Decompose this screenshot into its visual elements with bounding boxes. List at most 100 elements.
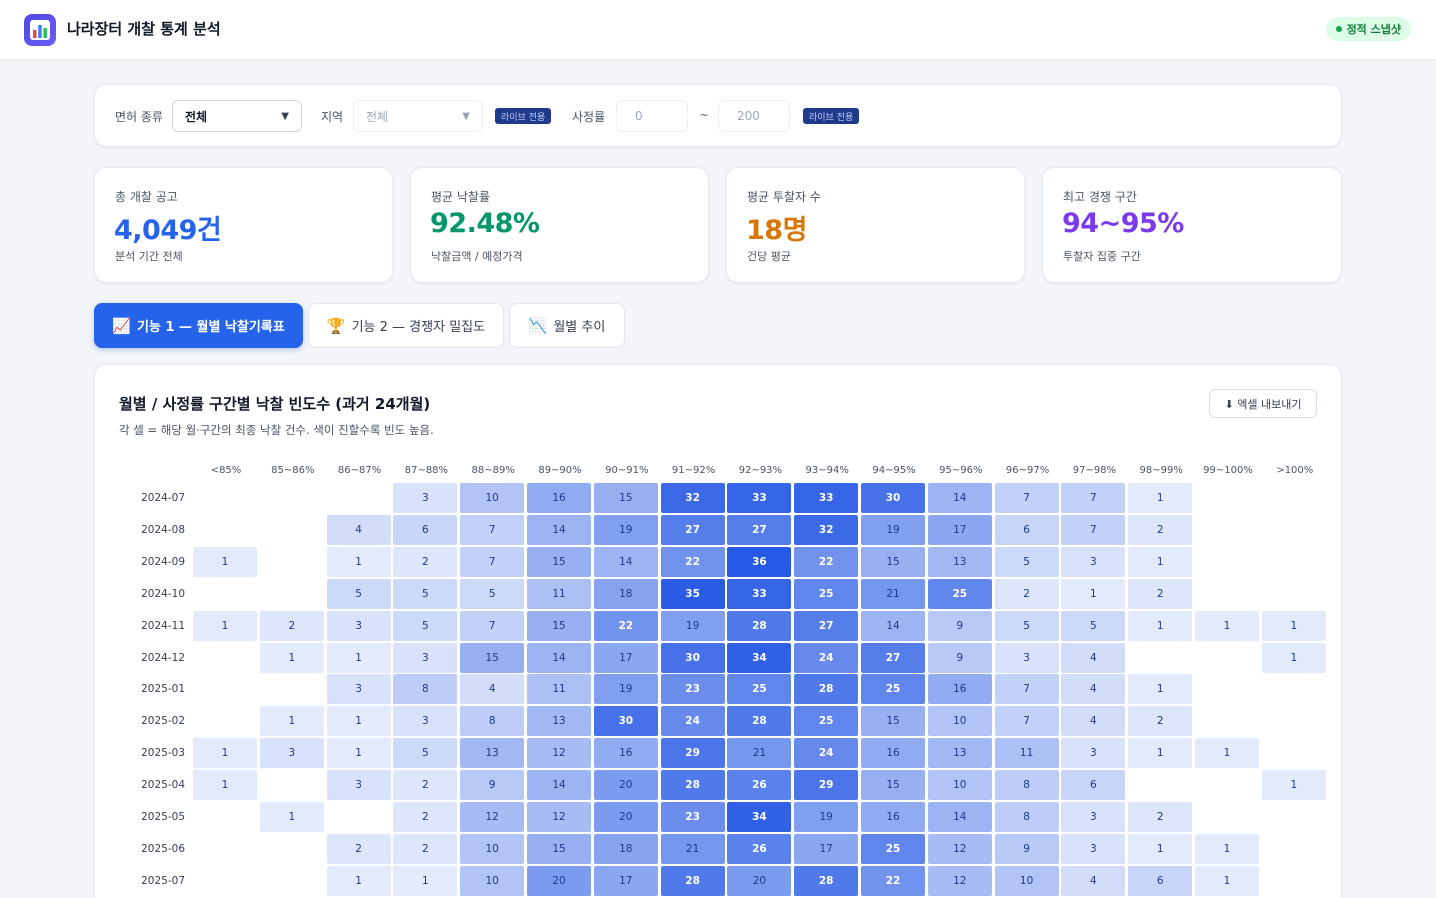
heatmap-cell[interactable]: 2 — [393, 802, 458, 832]
heatmap-cell[interactable]: 12 — [927, 833, 992, 864]
heatmap-cell[interactable]: 30 — [861, 483, 925, 513]
heatmap-cell[interactable]: 33 — [727, 483, 792, 513]
heatmap-cell[interactable]: 28 — [660, 865, 725, 896]
heatmap-cell[interactable]: 17 — [593, 865, 658, 896]
heatmap-cell[interactable]: 24 — [794, 642, 859, 673]
heatmap-cell[interactable]: 11 — [527, 674, 591, 705]
heatmap-cell[interactable]: 13 — [927, 546, 992, 577]
heatmap-cell[interactable]: 11 — [994, 738, 1059, 769]
heatmap-cell[interactable]: 1 — [1128, 483, 1193, 513]
heatmap-cell[interactable]: 25 — [727, 674, 792, 705]
heatmap-cell[interactable]: 6 — [393, 514, 458, 545]
export-excel-button[interactable]: ⬇ 엑셀 내보내기 — [1209, 389, 1317, 418]
heatmap-cell[interactable]: 15 — [861, 706, 925, 737]
heatmap-cell[interactable]: 20 — [593, 770, 658, 801]
heatmap-cell[interactable]: 6 — [1128, 865, 1193, 896]
heatmap-cell[interactable]: 13 — [927, 738, 992, 769]
heatmap-cell[interactable]: 3 — [326, 770, 391, 801]
heatmap-cell[interactable]: 7 — [994, 674, 1059, 705]
heatmap-cell[interactable]: 30 — [593, 706, 658, 737]
heatmap-cell[interactable]: 28 — [660, 770, 725, 801]
heatmap-cell[interactable]: 36 — [727, 546, 792, 577]
heatmap-cell[interactable]: 1 — [259, 642, 324, 673]
heatmap-cell[interactable]: 27 — [861, 642, 925, 673]
heatmap-cell[interactable]: 26 — [727, 770, 792, 801]
heatmap-cell[interactable]: 6 — [1061, 770, 1126, 801]
heatmap-cell[interactable]: 20 — [593, 802, 658, 832]
heatmap-cell[interactable]: 2 — [994, 578, 1059, 609]
heatmap-cell[interactable]: 5 — [326, 578, 391, 609]
heatmap-cell[interactable]: 2 — [393, 770, 458, 801]
heatmap-cell[interactable]: 2 — [393, 833, 458, 864]
heatmap-cell[interactable]: 12 — [527, 738, 591, 769]
heatmap-cell[interactable]: 5 — [1061, 610, 1126, 641]
heatmap-cell[interactable]: 4 — [460, 674, 525, 705]
heatmap-cell[interactable]: 3 — [1061, 738, 1126, 769]
heatmap-cell[interactable]: 1 — [1261, 642, 1326, 673]
heatmap-cell[interactable]: 3 — [1061, 833, 1126, 864]
heatmap-cell[interactable]: 10 — [460, 833, 525, 864]
heatmap-cell[interactable]: 34 — [727, 642, 792, 673]
heatmap-cell[interactable]: 2 — [393, 546, 458, 577]
heatmap-cell[interactable]: 14 — [527, 514, 591, 545]
heatmap-cell[interactable]: 1 — [1195, 833, 1259, 864]
heatmap-cell[interactable]: 1 — [1128, 833, 1193, 864]
heatmap-cell[interactable]: 7 — [1061, 514, 1126, 545]
heatmap-cell[interactable]: 25 — [861, 674, 925, 705]
heatmap-cell[interactable]: 35 — [660, 578, 725, 609]
heatmap-cell[interactable]: 4 — [1061, 706, 1126, 737]
heatmap-cell[interactable]: 1 — [1128, 674, 1193, 705]
heatmap-cell[interactable]: 25 — [794, 706, 859, 737]
heatmap-cell[interactable]: 11 — [527, 578, 591, 609]
heatmap-cell[interactable]: 12 — [527, 802, 591, 832]
heatmap-cell[interactable]: 1 — [1261, 610, 1326, 641]
heatmap-cell[interactable]: 25 — [794, 578, 859, 609]
heatmap-cell[interactable]: 14 — [927, 483, 992, 513]
heatmap-cell[interactable]: 16 — [593, 738, 658, 769]
heatmap-cell[interactable]: 20 — [727, 865, 792, 896]
heatmap-cell[interactable]: 1 — [1195, 738, 1259, 769]
heatmap-cell[interactable]: 14 — [927, 802, 992, 832]
heatmap-cell[interactable]: 3 — [326, 674, 391, 705]
heatmap-cell[interactable]: 29 — [660, 738, 725, 769]
heatmap-cell[interactable]: 34 — [727, 802, 792, 832]
heatmap-cell[interactable]: 1 — [393, 865, 458, 896]
heatmap-cell[interactable]: 8 — [393, 674, 458, 705]
heatmap-cell[interactable]: 1 — [326, 738, 391, 769]
heatmap-cell[interactable]: 21 — [861, 578, 925, 609]
heatmap-cell[interactable]: 1 — [193, 546, 257, 577]
heatmap-cell[interactable]: 1 — [1061, 578, 1126, 609]
heatmap-cell[interactable]: 10 — [994, 865, 1059, 896]
heatmap-cell[interactable]: 29 — [794, 770, 859, 801]
heatmap-cell[interactable]: 30 — [660, 642, 725, 673]
heatmap-cell[interactable]: 10 — [927, 706, 992, 737]
tab-competitor-density[interactable]: 🏆 기능 2 — 경쟁자 밀집도 — [308, 303, 504, 348]
heatmap-cell[interactable]: 6 — [994, 514, 1059, 545]
heatmap-cell[interactable]: 15 — [460, 642, 525, 673]
heatmap-cell[interactable]: 16 — [861, 738, 925, 769]
heatmap-cell[interactable]: 14 — [593, 546, 658, 577]
heatmap-cell[interactable]: 3 — [1061, 802, 1126, 832]
heatmap-cell[interactable]: 27 — [660, 514, 725, 545]
heatmap-cell[interactable]: 19 — [861, 514, 925, 545]
heatmap-cell[interactable]: 28 — [794, 865, 859, 896]
heatmap-cell[interactable]: 20 — [527, 865, 591, 896]
heatmap-cell[interactable]: 14 — [527, 642, 591, 673]
heatmap-cell[interactable]: 28 — [794, 674, 859, 705]
license-select[interactable]: 전체 ▼ — [172, 100, 302, 132]
heatmap-cell[interactable]: 1 — [1261, 770, 1326, 801]
heatmap-cell[interactable]: 22 — [794, 546, 859, 577]
heatmap-cell[interactable]: 10 — [460, 865, 525, 896]
heatmap-cell[interactable]: 32 — [660, 483, 725, 513]
heatmap-cell[interactable]: 22 — [593, 610, 658, 641]
heatmap-cell[interactable]: 23 — [660, 674, 725, 705]
heatmap-cell[interactable]: 7 — [994, 706, 1059, 737]
heatmap-cell[interactable]: 7 — [1061, 483, 1126, 513]
heatmap-cell[interactable]: 21 — [727, 738, 792, 769]
heatmap-cell[interactable]: 4 — [1061, 674, 1126, 705]
heatmap-cell[interactable]: 17 — [794, 833, 859, 864]
heatmap-cell[interactable]: 1 — [259, 802, 324, 832]
heatmap-cell[interactable]: 3 — [326, 610, 391, 641]
heatmap-cell[interactable]: 3 — [259, 738, 324, 769]
heatmap-cell[interactable]: 23 — [660, 802, 725, 832]
